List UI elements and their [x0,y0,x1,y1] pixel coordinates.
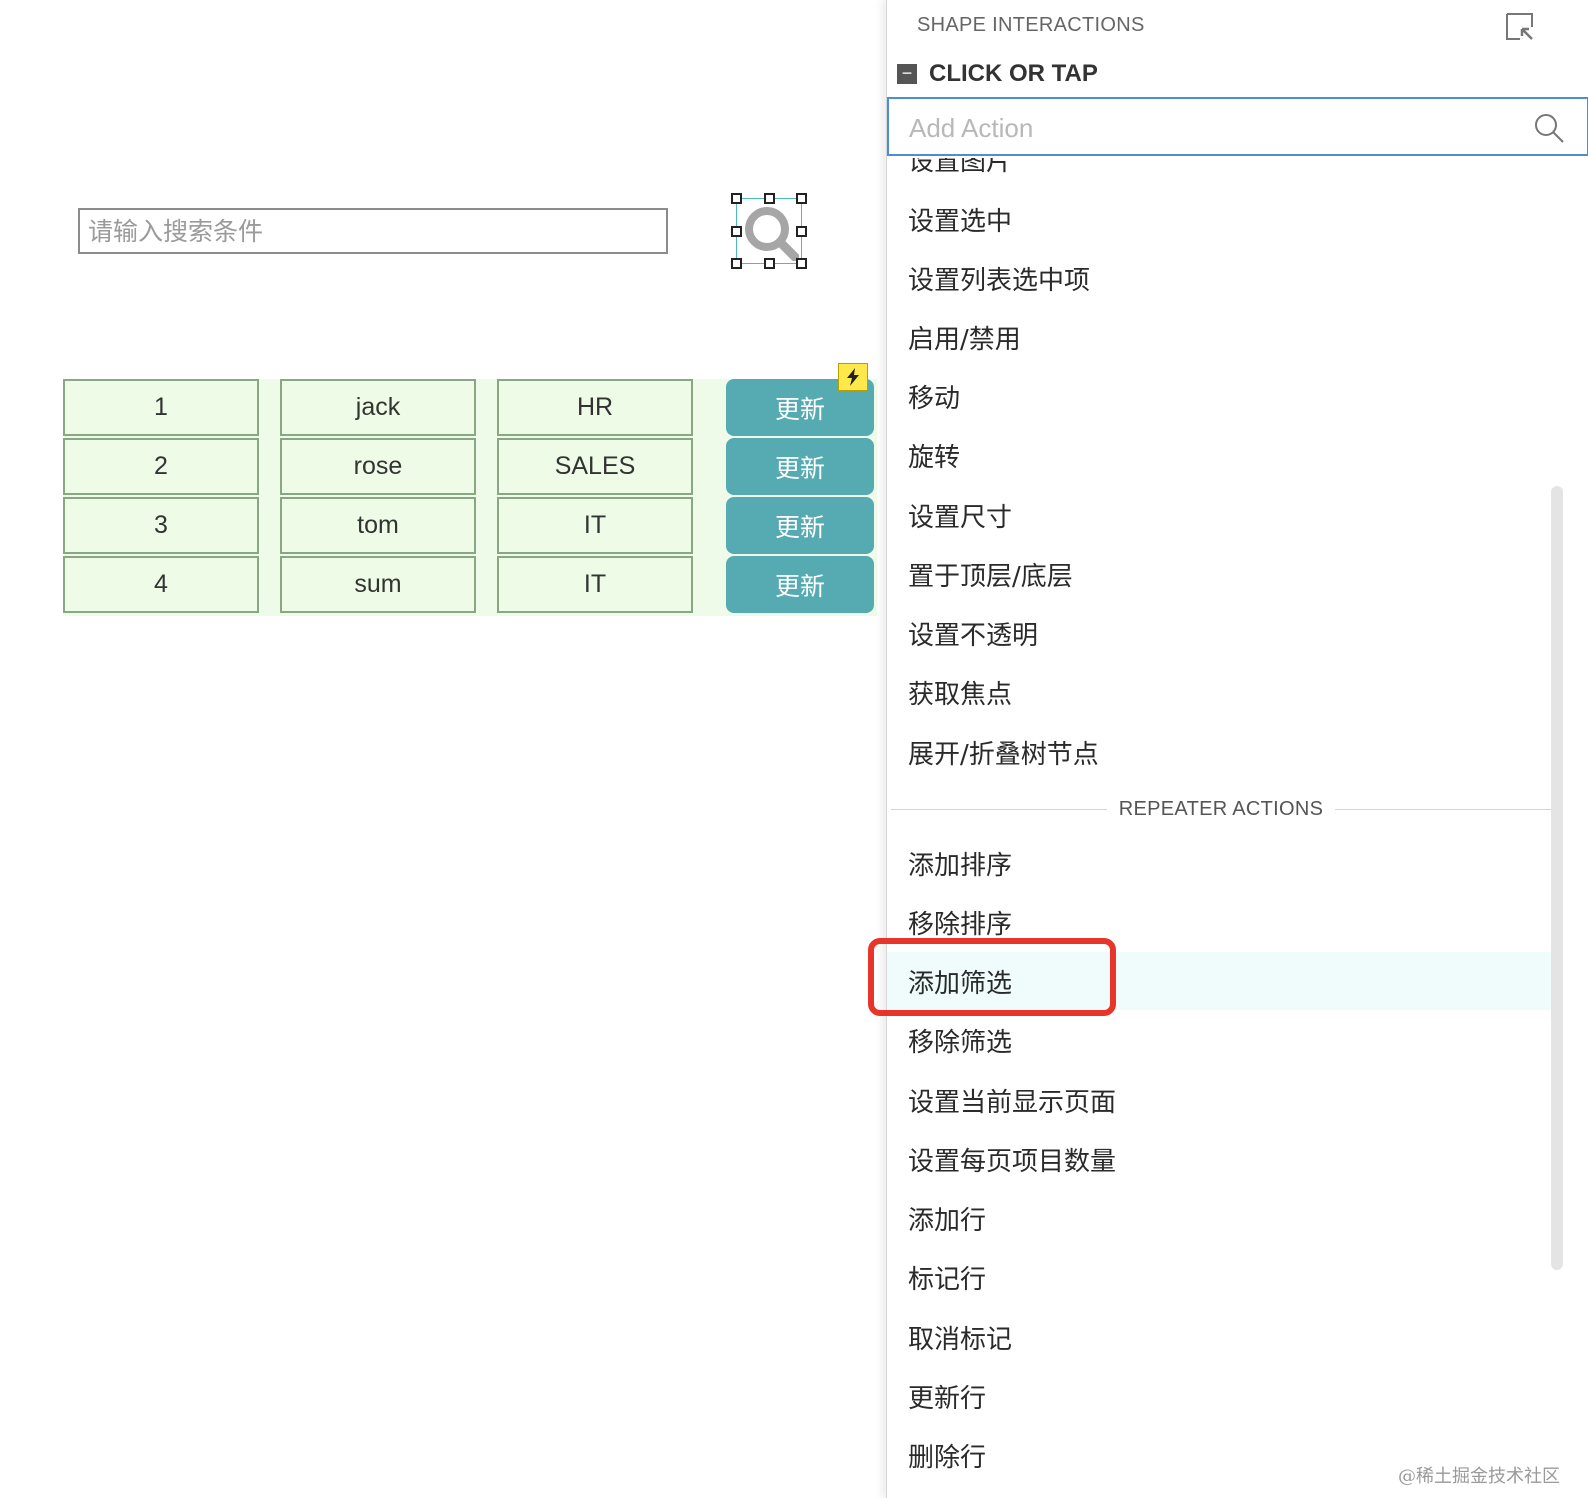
repeater-action-item[interactable]: 添加行 [887,1189,1551,1247]
event-click-or-tap[interactable]: − CLICK OR TAP [897,60,1098,88]
action-item[interactable]: 旋转 [887,426,1551,484]
action-list: 设置图片 设置选中 设置列表选中项 启用/禁用 移动 旋转 设置尺寸 置于顶层/… [887,158,1588,1498]
update-button[interactable]: 更新 [726,438,874,495]
design-canvas[interactable]: 1 jack HR 更新 2 rose SALES 更新 3 tom IT 更新… [0,0,897,1498]
cell-id[interactable]: 4 [63,556,259,613]
cell-name[interactable]: sum [280,556,476,613]
action-item[interactable]: 置于顶层/底层 [887,545,1551,603]
repeater-action-item[interactable]: 标记行 [887,1248,1551,1306]
action-item[interactable]: 设置图片 [887,158,1551,188]
cell-name[interactable]: rose [280,438,476,495]
action-item[interactable]: 启用/禁用 [887,308,1551,366]
cell-text: IT [583,570,607,598]
cell-dept[interactable]: IT [497,497,693,554]
update-button[interactable]: 更新 [726,556,874,613]
collapse-toggle[interactable]: − [897,64,917,84]
lightning-icon[interactable] [838,363,868,391]
selection-handle[interactable] [731,193,742,204]
panel-title: SHAPE INTERACTIONS [917,14,1145,36]
selection-handle[interactable] [764,258,775,269]
selection-handle[interactable] [764,193,775,204]
cell-text: IT [583,511,607,539]
selection-handle[interactable] [731,226,742,237]
action-item[interactable]: 设置尺寸 [887,486,1551,544]
cell-id[interactable]: 1 [63,379,259,436]
repeater-action-item[interactable]: 设置每页项目数量 [887,1130,1551,1188]
watermark: @稀土掘金技术社区 [1398,1466,1560,1487]
cell-dept[interactable]: SALES [497,438,693,495]
repeater-action-item-highlighted[interactable]: 添加筛选 [887,952,1551,1010]
divider-line [1335,808,1551,810]
cell-id[interactable]: 3 [63,497,259,554]
event-label: CLICK OR TAP [929,60,1098,87]
selection-handle[interactable] [796,226,807,237]
cell-name[interactable]: tom [280,497,476,554]
repeater-action-item[interactable]: 设置当前显示页面 [887,1071,1551,1129]
repeater-action-item[interactable]: 添加排序 [887,834,1551,892]
repeater-action-item[interactable]: 取消标记 [887,1308,1551,1366]
cell-text: tom [357,511,399,539]
cell-text: 3 [154,511,168,539]
section-divider: REPEATER ACTIONS [891,794,1551,824]
update-button[interactable]: 更新 [726,497,874,554]
cell-dept[interactable]: HR [497,379,693,436]
action-item[interactable]: 获取焦点 [887,663,1551,721]
magnifier-icon [745,207,799,261]
search-icon[interactable] [1533,112,1565,144]
cell-text: rose [353,452,403,480]
repeater-action-item[interactable]: 更新行 [887,1367,1551,1425]
repeater[interactable]: 1 jack HR 更新 2 rose SALES 更新 3 tom IT 更新… [63,379,877,616]
action-item[interactable]: 设置选中 [887,190,1551,248]
cell-id[interactable]: 2 [63,438,259,495]
cell-text: 4 [154,570,168,598]
cell-text: sum [354,570,402,598]
scrollbar[interactable] [1551,486,1563,1270]
action-item[interactable]: 设置列表选中项 [887,249,1551,307]
action-item[interactable]: 展开/折叠树节点 [887,723,1551,781]
repeater-action-item[interactable]: 移除排序 [887,893,1551,951]
section-label: REPEATER ACTIONS [1118,797,1324,820]
cell-text: HR [576,393,614,421]
selection-handle[interactable] [731,258,742,269]
cell-text: 1 [154,393,168,421]
lightning-glyph [847,368,859,386]
repeater-action-item[interactable]: 移除筛选 [887,1011,1551,1069]
selection-handle[interactable] [796,193,807,204]
cell-text: jack [355,393,401,421]
selection-handle[interactable] [796,258,807,269]
cell-dept[interactable]: IT [497,556,693,613]
search-widget[interactable] [731,193,807,269]
add-action-field[interactable] [887,97,1588,156]
add-action-input[interactable] [907,107,1511,149]
divider-line [891,808,1107,810]
cell-text: SALES [554,452,636,480]
action-item[interactable]: 设置不透明 [887,604,1551,662]
action-item[interactable]: 移动 [887,367,1551,425]
cell-text: 2 [154,452,168,480]
cell-name[interactable]: jack [280,379,476,436]
search-input[interactable] [78,208,668,254]
interactions-panel: SHAPE INTERACTIONS − CLICK OR TAP 设置图片 设… [886,0,1588,1498]
popout-icon[interactable] [1505,12,1535,42]
